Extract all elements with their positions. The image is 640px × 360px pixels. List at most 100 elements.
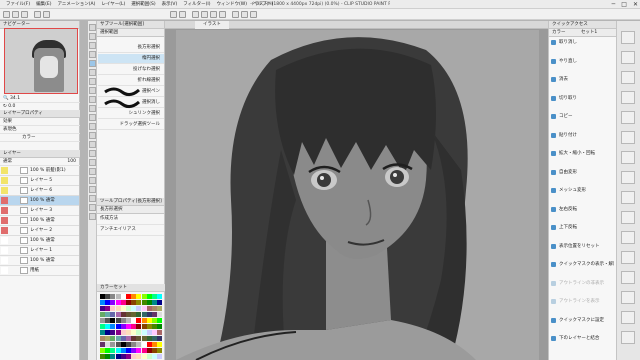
layer-visibility-icon[interactable] [1,187,8,194]
color-swatch[interactable] [157,348,163,353]
search-icon[interactable] [621,211,635,224]
layer-row[interactable]: 100 % 通常 [0,236,79,246]
selection-tool-icon[interactable] [89,60,96,67]
menu-animation[interactable]: アニメーション(A) [57,0,95,9]
eyedropper-icon[interactable] [89,78,96,85]
layer-visibility-icon[interactable] [1,217,8,224]
drawing-canvas[interactable] [176,30,539,360]
quick-access-item[interactable]: クイックマスクに設定 [550,315,614,326]
close-button[interactable]: ✕ [633,0,638,9]
menu-filter[interactable]: フィルター(I) [183,0,210,9]
color-swatch[interactable] [157,342,163,347]
quick-access-item[interactable]: 自由変形 [550,167,614,178]
quick-access-item[interactable]: 上下反転 [550,222,614,233]
color-swatch[interactable] [157,294,163,299]
color-history-icon[interactable] [621,131,635,144]
color-swatch[interactable] [157,324,163,329]
layer-visibility-icon[interactable] [1,197,8,204]
canvas-tab[interactable]: イラスト [195,21,229,29]
blend-select[interactable]: カラー [0,134,80,142]
layer-visibility-icon[interactable] [1,167,8,174]
invert-selection-icon[interactable] [201,11,208,18]
expand-selection-icon[interactable] [210,11,217,18]
tool-property-icon[interactable] [621,331,635,344]
subtool-item[interactable]: 投げなわ選択 [98,65,164,75]
subtool-item[interactable]: 長方形選択 [98,43,164,53]
figure-tool-icon[interactable] [89,168,96,175]
subtool-item[interactable]: 楕円選択 [98,54,164,64]
menu-layer[interactable]: レイヤー(L) [101,0,125,9]
eraser-icon[interactable] [89,132,96,139]
tool-property-tab[interactable]: ツールプロパティ[長方形選択] [97,198,164,206]
ruler-icon[interactable] [89,186,96,193]
menu-view[interactable]: 表示(V) [162,0,178,9]
shrink-selection-icon[interactable] [219,11,226,18]
layer-tab[interactable]: レイヤー [0,150,80,158]
color-set-icon[interactable] [621,71,635,84]
layer-property-tab[interactable]: レイヤープロパティ [0,110,80,118]
layer-row[interactable]: 100 % 通常 [0,256,79,266]
save-icon[interactable] [21,11,28,18]
quick-access-item[interactable]: 下のレイヤーと結合 [550,333,614,344]
layer-row[interactable]: レイヤー 2 [0,226,79,236]
approx-color-icon[interactable] [621,111,635,124]
subtool-item[interactable]: シュリンク選択 [98,109,164,119]
menu-selection[interactable]: 選択範囲(S) [131,0,155,9]
quick-access-item[interactable]: 左右反転 [550,204,614,215]
animation-cels-icon[interactable] [621,251,635,264]
layer-visibility-icon[interactable] [1,237,8,244]
maximize-button[interactable]: □ [621,0,627,9]
quick-access-set-tab-2[interactable]: セット1 [581,30,597,35]
subtool-tab[interactable]: サブツール[選択範囲] [97,21,164,29]
layer-row[interactable]: 100 % 通常 [0,216,79,226]
redo-icon[interactable] [43,11,50,18]
brush-tool-icon[interactable] [89,105,96,112]
quick-access-set-tab-1[interactable]: カラー [552,30,566,35]
move-tool-icon[interactable] [89,33,96,40]
menu-edit[interactable]: 編集(E) [36,0,51,9]
layer-visibility-icon[interactable] [1,207,8,214]
color-swatch[interactable] [157,354,163,359]
menu-window[interactable]: ウィンドウ(W) [217,0,247,9]
airbrush-icon[interactable] [89,114,96,121]
color-swatch[interactable] [157,336,163,341]
transform-icon[interactable] [179,11,186,18]
quick-access-tab[interactable]: クイックアクセス [549,21,616,29]
pen-tool-icon[interactable] [89,87,96,94]
quick-access-item[interactable]: 取り消し [550,37,614,48]
move-layer-icon[interactable] [89,51,96,58]
minimize-button[interactable]: ─ [612,0,616,9]
quick-access-item[interactable]: 貼り付け [550,130,614,141]
quick-access-item[interactable]: クイックマスクの表示・解除 [550,259,614,270]
layer-row[interactable]: レイヤー 3 [0,206,79,216]
color-swatch[interactable] [157,306,163,311]
timeline-icon[interactable] [621,271,635,284]
blend-mode-select[interactable]: 通常 [3,159,12,164]
quick-access-item[interactable]: 拡大・縮小・回転 [550,148,614,159]
layer-row[interactable]: 用紙 [0,266,79,276]
fill-tool-icon[interactable] [89,150,96,157]
deselect-icon[interactable] [192,11,199,18]
layer-visibility-icon[interactable] [1,257,8,264]
color-set-tab[interactable]: カラーセット [97,284,165,292]
layer-row[interactable]: 100 % 通常 [0,196,79,206]
opacity-value[interactable]: 100 [67,158,76,165]
zoom-tool-icon[interactable] [89,24,96,31]
color-swatch[interactable] [157,318,163,323]
zoom-value[interactable]: 34.1 [10,96,20,101]
quick-access-item[interactable]: やり直し [550,56,614,67]
layer-row[interactable]: レイヤー 6 [0,186,79,196]
menu-file[interactable]: ファイル(F) [6,0,30,9]
quick-access-item[interactable]: 表示位置をリセット [550,241,614,252]
layer-row[interactable]: レイヤー 1 [0,246,79,256]
quick-access-item[interactable]: 消去 [550,74,614,85]
history-icon[interactable] [621,291,635,304]
new-file-icon[interactable] [3,11,10,18]
layer-visibility-icon[interactable] [1,267,8,274]
correction-icon[interactable] [89,213,96,220]
layer-row[interactable]: レイヤー 5 [0,176,79,186]
color-wheel-icon[interactable] [621,31,635,44]
blend-tool-icon[interactable] [89,141,96,148]
auto-action-icon[interactable] [621,311,635,324]
undo-icon[interactable] [34,11,41,18]
